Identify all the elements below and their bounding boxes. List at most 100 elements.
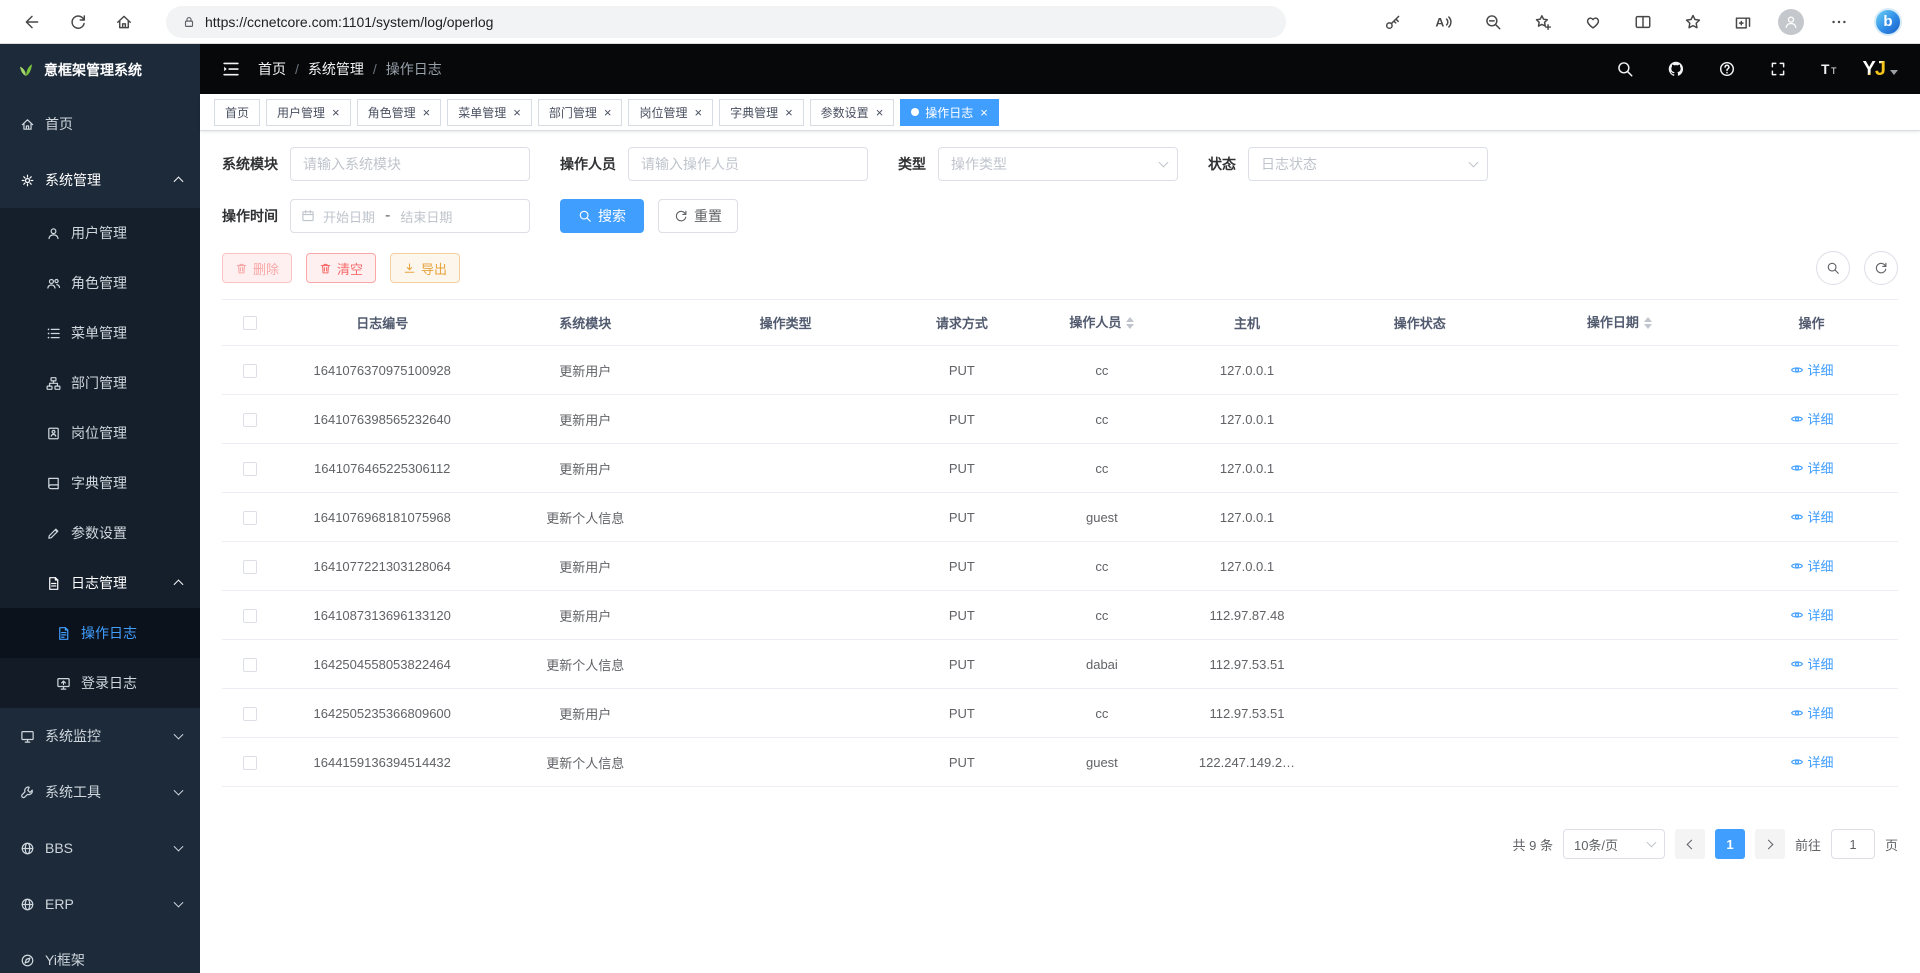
help-button[interactable] bbox=[1710, 52, 1744, 86]
read-aloud-button[interactable] bbox=[1428, 5, 1458, 39]
tab-close-icon[interactable]: × bbox=[876, 106, 884, 119]
sidebar-item-菜单管理[interactable]: 菜单管理 bbox=[0, 308, 200, 358]
row-checkbox[interactable] bbox=[243, 658, 257, 672]
col-operator[interactable]: 操作人员 bbox=[1036, 300, 1169, 346]
prev-page-button[interactable] bbox=[1675, 829, 1705, 859]
select-all-checkbox[interactable] bbox=[243, 316, 257, 330]
tab-字典管理[interactable]: 字典管理× bbox=[719, 99, 804, 126]
tab-参数设置[interactable]: 参数设置× bbox=[810, 99, 895, 126]
operator-input[interactable] bbox=[628, 147, 868, 181]
detail-link[interactable]: 详细 bbox=[1790, 752, 1834, 771]
row-checkbox[interactable] bbox=[243, 560, 257, 574]
breadcrumb-home[interactable]: 首页 bbox=[258, 59, 286, 79]
page-number-1[interactable]: 1 bbox=[1715, 829, 1745, 859]
favorites-button[interactable] bbox=[1678, 5, 1708, 39]
sort-carets-icon[interactable] bbox=[1644, 313, 1652, 333]
tab-close-icon[interactable]: × bbox=[980, 106, 988, 119]
tab-菜单管理[interactable]: 菜单管理× bbox=[447, 99, 532, 126]
type-select[interactable]: 操作类型 bbox=[938, 147, 1178, 181]
sidebar-toggle-button[interactable] bbox=[214, 52, 248, 86]
sidebar-item-系统工具[interactable]: 系统工具 bbox=[0, 764, 200, 820]
col-date[interactable]: 操作日期 bbox=[1514, 300, 1725, 346]
sidebar-item-用户管理[interactable]: 用户管理 bbox=[0, 208, 200, 258]
address-bar[interactable]: https://ccnetcore.com:1101/system/log/op… bbox=[166, 6, 1286, 38]
reset-button[interactable]: 重置 bbox=[658, 199, 738, 233]
tab-角色管理[interactable]: 角色管理× bbox=[357, 99, 442, 126]
sidebar-item-系统监控[interactable]: 系统监控 bbox=[0, 708, 200, 764]
browser-essentials-button[interactable] bbox=[1578, 5, 1608, 39]
tab-用户管理[interactable]: 用户管理× bbox=[266, 99, 351, 126]
split-screen-button[interactable] bbox=[1628, 5, 1658, 39]
export-button[interactable]: 导出 bbox=[390, 253, 460, 283]
password-manager-button[interactable] bbox=[1378, 5, 1408, 39]
tab-岗位管理[interactable]: 岗位管理× bbox=[628, 99, 713, 126]
sidebar-item-字典管理[interactable]: 字典管理 bbox=[0, 458, 200, 508]
row-checkbox[interactable] bbox=[243, 364, 257, 378]
tab-操作日志[interactable]: 操作日志× bbox=[900, 99, 999, 126]
next-page-button[interactable] bbox=[1755, 829, 1785, 859]
detail-link[interactable]: 详细 bbox=[1790, 556, 1834, 575]
detail-link[interactable]: 详细 bbox=[1790, 409, 1834, 428]
sidebar-item-部门管理[interactable]: 部门管理 bbox=[0, 358, 200, 408]
sidebar-item-岗位管理[interactable]: 岗位管理 bbox=[0, 408, 200, 458]
delete-button[interactable]: 删除 bbox=[222, 253, 292, 283]
sidebar-item-首页[interactable]: 首页 bbox=[0, 96, 200, 152]
font-size-button[interactable] bbox=[1812, 52, 1846, 86]
tab-close-icon[interactable]: × bbox=[785, 106, 793, 119]
row-checkbox[interactable] bbox=[243, 756, 257, 770]
url-text[interactable]: https://ccnetcore.com:1101/system/log/op… bbox=[205, 14, 493, 30]
tab-首页[interactable]: 首页 bbox=[214, 99, 260, 126]
user-menu[interactable]: YJ bbox=[1863, 58, 1898, 81]
detail-link[interactable]: 详细 bbox=[1790, 654, 1834, 673]
clear-button[interactable]: 清空 bbox=[306, 253, 376, 283]
browser-refresh-button[interactable] bbox=[60, 5, 96, 39]
show-search-button[interactable] bbox=[1816, 251, 1850, 285]
bing-button[interactable]: b bbox=[1874, 8, 1902, 36]
app-logo[interactable]: 意框架管理系统 bbox=[0, 44, 200, 96]
header-search-button[interactable] bbox=[1608, 52, 1642, 86]
tab-close-icon[interactable]: × bbox=[604, 106, 612, 119]
tab-close-icon[interactable]: × bbox=[513, 106, 521, 119]
detail-link[interactable]: 详细 bbox=[1790, 458, 1834, 477]
detail-link[interactable]: 详细 bbox=[1790, 703, 1834, 722]
fullscreen-button[interactable] bbox=[1761, 52, 1795, 86]
github-button[interactable] bbox=[1659, 52, 1693, 86]
detail-link[interactable]: 详细 bbox=[1790, 360, 1834, 379]
refresh-table-button[interactable] bbox=[1864, 251, 1898, 285]
row-checkbox[interactable] bbox=[243, 511, 257, 525]
module-input[interactable] bbox=[290, 147, 530, 181]
breadcrumb-system[interactable]: 系统管理 bbox=[308, 59, 364, 79]
tab-close-icon[interactable]: × bbox=[423, 106, 431, 119]
tab-close-icon[interactable]: × bbox=[694, 106, 702, 119]
collections-button[interactable] bbox=[1728, 5, 1758, 39]
row-checkbox[interactable] bbox=[243, 707, 257, 721]
zoom-button[interactable] bbox=[1478, 5, 1508, 39]
sidebar-item-操作日志[interactable]: 操作日志 bbox=[0, 608, 200, 658]
search-button[interactable]: 搜索 bbox=[560, 199, 644, 233]
tab-close-icon[interactable]: × bbox=[332, 106, 340, 119]
sort-carets-icon[interactable] bbox=[1126, 313, 1134, 333]
sidebar-item-系统管理[interactable]: 系统管理 bbox=[0, 152, 200, 208]
sidebar-item-Yi框架[interactable]: Yi框架 bbox=[0, 932, 200, 973]
add-favorite-button[interactable] bbox=[1528, 5, 1558, 39]
sidebar-item-登录日志[interactable]: 登录日志 bbox=[0, 658, 200, 708]
row-checkbox[interactable] bbox=[243, 462, 257, 476]
browser-back-button[interactable] bbox=[14, 5, 50, 39]
status-select[interactable]: 日志状态 bbox=[1248, 147, 1488, 181]
sidebar-item-角色管理[interactable]: 角色管理 bbox=[0, 258, 200, 308]
page-size-select[interactable]: 10条/页 bbox=[1563, 829, 1665, 859]
browser-home-button[interactable] bbox=[106, 5, 142, 39]
detail-link[interactable]: 详细 bbox=[1790, 507, 1834, 526]
browser-menu-button[interactable] bbox=[1824, 5, 1854, 39]
tab-部门管理[interactable]: 部门管理× bbox=[538, 99, 623, 126]
row-checkbox[interactable] bbox=[243, 609, 257, 623]
date-range-picker[interactable]: 开始日期 - 结束日期 bbox=[290, 199, 530, 233]
detail-link[interactable]: 详细 bbox=[1790, 605, 1834, 624]
goto-page-input[interactable] bbox=[1831, 829, 1875, 859]
sidebar-item-ERP[interactable]: ERP bbox=[0, 876, 200, 932]
row-checkbox[interactable] bbox=[243, 413, 257, 427]
sidebar-item-BBS[interactable]: BBS bbox=[0, 820, 200, 876]
profile-avatar[interactable] bbox=[1778, 9, 1804, 35]
sidebar-item-参数设置[interactable]: 参数设置 bbox=[0, 508, 200, 558]
sidebar-item-日志管理[interactable]: 日志管理 bbox=[0, 558, 200, 608]
